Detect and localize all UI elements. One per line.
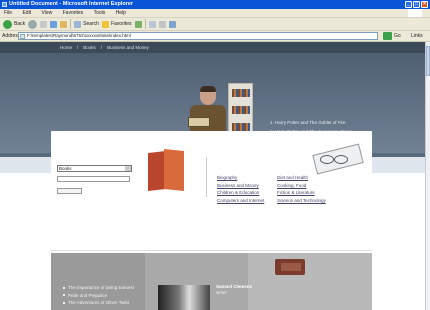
search-icon — [74, 20, 82, 28]
favorites-button[interactable]: Favorites — [101, 20, 132, 28]
category-link[interactable]: Children & Education — [217, 189, 264, 197]
page-icon — [20, 34, 25, 39]
shelf-books — [232, 123, 250, 131]
window-titlebar: Untitled Document - Microsoft Internet E… — [0, 0, 430, 9]
close-button[interactable]: × — [421, 1, 428, 8]
forward-button[interactable] — [28, 19, 38, 29]
featured-book-link[interactable]: The Importance of Being Earnest — [63, 284, 134, 292]
breadcrumb-home[interactable]: Home — [60, 45, 72, 50]
menu-favorites[interactable]: Favorites — [63, 10, 84, 16]
stop-icon[interactable] — [40, 20, 48, 28]
address-input[interactable]: F:\templates\Raymond\6752\xxxxxx6\site\i… — [18, 32, 378, 40]
category-link[interactable]: Diet and Health — [277, 174, 326, 182]
bestseller-item[interactable]: 1. Harry Potter and The Goblet of Fire — [270, 119, 352, 128]
open-book-image — [188, 117, 210, 127]
glasses-lens — [334, 155, 348, 164]
vertical-scrollbar[interactable] — [425, 42, 430, 310]
shelf-books — [232, 89, 250, 97]
address-bar: Address F:\templates\Raymond\6752\xxxxxx… — [0, 31, 430, 42]
author-info: Samuel Clemens writer — [216, 284, 252, 296]
category-select-value: Books — [59, 166, 72, 171]
category-divider — [206, 157, 207, 197]
author-role: writer — [216, 290, 227, 295]
breadcrumb-business[interactable]: Business and Money — [107, 45, 149, 50]
scrollbar-thumb[interactable] — [426, 46, 430, 76]
author-portrait — [158, 285, 210, 310]
category-select[interactable]: Books — [57, 165, 132, 172]
ie-icon — [2, 2, 7, 7]
category-list-2: Diet and Health Cooking, Food Fiction & … — [277, 174, 326, 204]
person-hair — [200, 86, 216, 92]
menu-edit[interactable]: Edit — [22, 10, 31, 16]
featured-books-list: The Importance of Being Earnest Pride an… — [63, 284, 134, 307]
go-label[interactable]: Go — [394, 31, 401, 42]
favorites-label: Favorites — [110, 21, 132, 27]
breadcrumb-books[interactable]: Books — [83, 45, 96, 50]
toolbar-divider — [144, 19, 146, 29]
category-link[interactable]: Fiction & Literature — [277, 189, 326, 197]
media-icon[interactable] — [134, 20, 142, 28]
menu-file[interactable]: File — [4, 10, 12, 16]
chevron-down-icon — [125, 166, 131, 171]
back-label: Back — [14, 21, 26, 27]
menu-tools[interactable]: Tools — [94, 10, 106, 16]
window-controls: _ □ × — [405, 1, 428, 8]
site-nav: Home / Books / Business and Money — [0, 42, 425, 53]
book-right — [164, 148, 184, 192]
glasses-lens — [320, 155, 334, 164]
search-input[interactable] — [57, 176, 130, 182]
windows-flag-icon — [408, 9, 422, 17]
featured-book-link[interactable]: Pride and Prejudice — [63, 292, 134, 300]
back-button[interactable]: Back — [3, 19, 26, 29]
menu-help[interactable]: Help — [116, 10, 126, 16]
breadcrumb-sep: / — [77, 45, 79, 50]
search-button[interactable]: Search — [74, 20, 99, 28]
go-arrow-icon[interactable] — [383, 32, 392, 40]
browser-toolbar: Back Search Favorites — [0, 18, 430, 31]
section-divider — [51, 250, 372, 251]
refresh-icon[interactable] — [50, 20, 58, 28]
mail-icon[interactable] — [148, 20, 156, 28]
bottom-right-panel — [248, 253, 372, 310]
search-submit-button[interactable] — [57, 188, 82, 194]
back-arrow-icon — [3, 19, 12, 29]
category-link[interactable]: Computers and Internet — [217, 197, 264, 205]
wallet-image — [275, 259, 305, 275]
category-link[interactable]: Science and Technology — [277, 197, 326, 205]
breadcrumb: Home / Books / Business and Money — [60, 45, 149, 50]
category-link[interactable]: Biography — [217, 174, 264, 182]
address-value: F:\templates\Raymond\6752\xxxxxx6\site\i… — [27, 33, 131, 38]
books-image — [148, 148, 186, 192]
star-icon — [101, 20, 109, 28]
print-icon[interactable] — [158, 20, 166, 28]
maximize-button[interactable]: □ — [413, 1, 420, 8]
window-title: Untitled Document - Microsoft Internet E… — [9, 1, 134, 7]
glasses-book-image — [310, 143, 364, 175]
category-link[interactable]: Business and Money — [217, 182, 264, 190]
minimize-button[interactable]: _ — [405, 1, 412, 8]
links-button[interactable]: Links — [411, 31, 423, 42]
category-list-1: Biography Business and Money Children & … — [217, 174, 264, 204]
toolbar-divider — [70, 19, 72, 29]
shelf-books — [232, 106, 250, 114]
home-icon[interactable] — [60, 20, 68, 28]
featured-book-link[interactable]: The Adventures of Oliver Twist — [63, 299, 134, 307]
category-link[interactable]: Cooking, Food — [277, 182, 326, 190]
search-label: Search — [83, 21, 99, 27]
breadcrumb-sep: / — [100, 45, 103, 50]
edit-icon[interactable] — [168, 20, 176, 28]
menu-bar: File Edit View Favorites Tools Help — [0, 9, 430, 18]
menu-view[interactable]: View — [41, 10, 52, 16]
